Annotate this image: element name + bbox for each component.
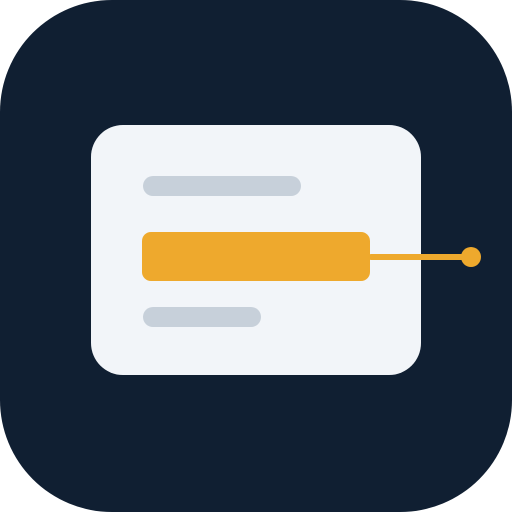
connector-line — [368, 254, 472, 260]
bottom-text-placeholder — [143, 307, 261, 327]
top-text-placeholder — [143, 176, 301, 196]
selected-text-highlight — [142, 232, 370, 281]
document-card — [91, 125, 421, 375]
connector-endpoint-icon — [461, 247, 481, 267]
